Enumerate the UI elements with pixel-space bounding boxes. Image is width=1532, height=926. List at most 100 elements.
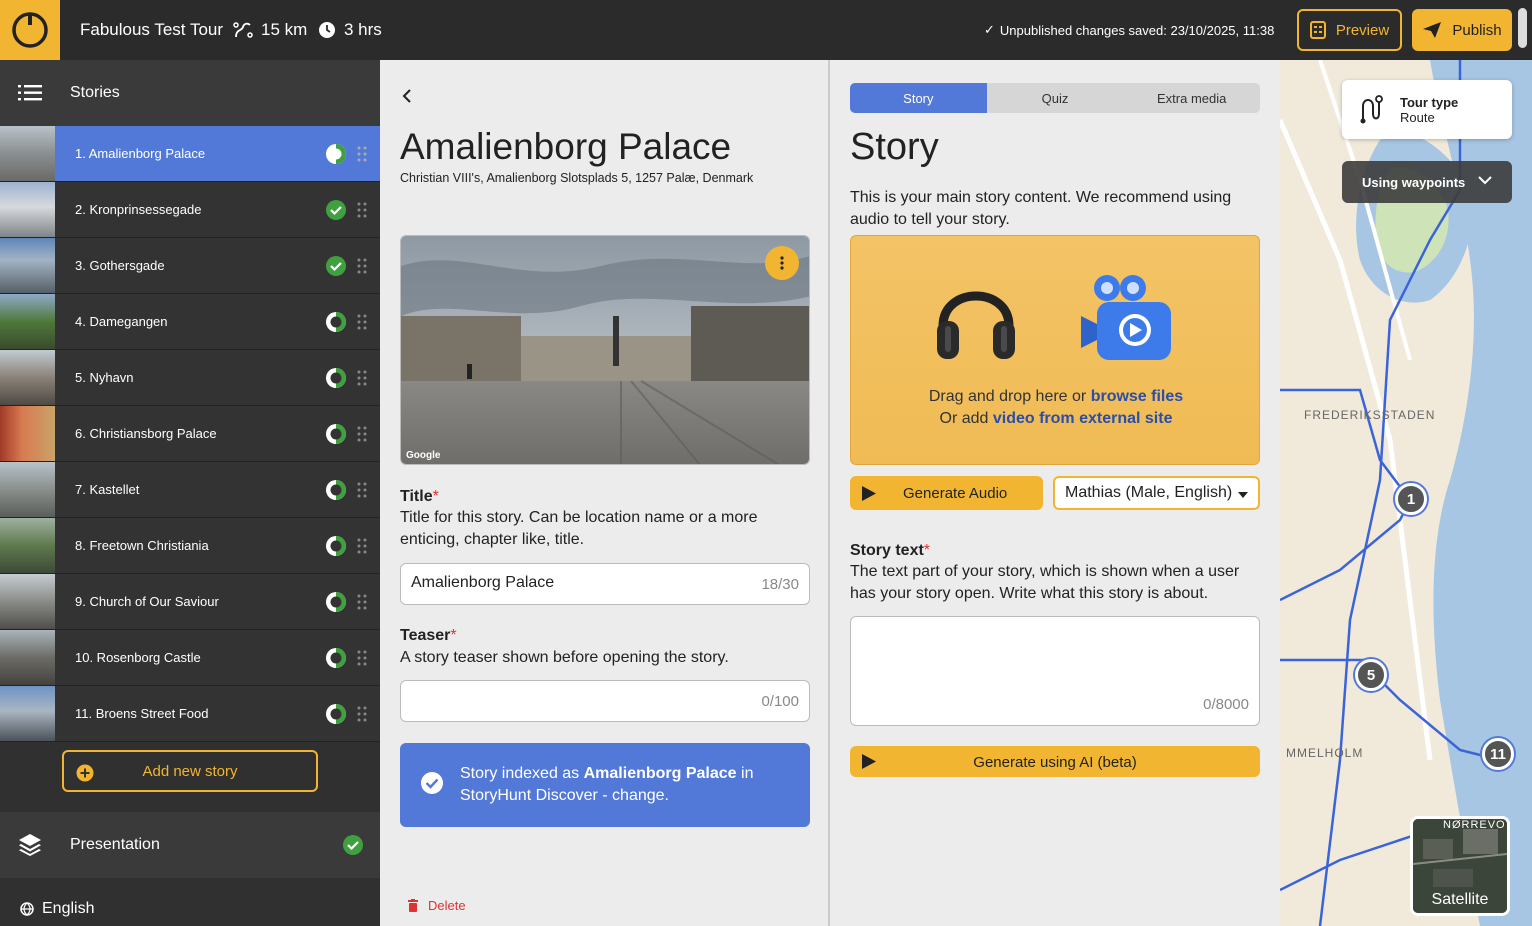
progress-icon <box>326 648 346 668</box>
story-thumbnail <box>0 630 55 685</box>
duration-info: 3 hrs <box>318 20 382 40</box>
story-text-input[interactable]: 0/8000 <box>850 616 1260 726</box>
story-item[interactable]: 4. Damegangen <box>0 294 380 350</box>
tab-extra-media[interactable]: Extra media <box>1123 83 1260 113</box>
map-marker[interactable]: 1 <box>1395 483 1427 515</box>
app-logo[interactable] <box>0 0 60 60</box>
stories-header[interactable]: Stories <box>0 60 380 126</box>
story-name: 3. Gothersgade <box>75 258 165 273</box>
delete-story-button[interactable]: Delete <box>408 898 466 913</box>
tour-type-card[interactable]: Tour type Route <box>1342 80 1512 139</box>
progress-icon <box>326 312 346 332</box>
route-icon <box>1360 95 1383 124</box>
drag-handle-icon[interactable] <box>357 650 367 666</box>
preview-button[interactable]: Preview <box>1297 9 1402 51</box>
story-thumbnail <box>0 462 55 517</box>
preview-label: Preview <box>1335 21 1390 39</box>
story-thumbnail <box>0 518 55 573</box>
window-scrollbar[interactable] <box>1518 8 1527 48</box>
presentation-label: Presentation <box>70 836 160 853</box>
drag-handle-icon[interactable] <box>357 706 367 722</box>
waypoints-dropdown[interactable]: Using waypoints <box>1342 161 1512 203</box>
satellite-toggle[interactable]: NØRREVO Satellite <box>1410 816 1510 916</box>
distance-info: 15 km <box>233 20 307 40</box>
save-status-text: Unpublished changes saved: 23/10/2025, 1… <box>999 22 1275 38</box>
tour-map[interactable]: Tour type Route Using waypoints FREDERIK… <box>1280 60 1532 926</box>
story-thumbnail <box>0 406 55 461</box>
language-selector[interactable]: English <box>20 900 94 918</box>
generate-ai-button[interactable]: Generate using AI (beta) <box>850 746 1260 777</box>
browse-files-link[interactable]: browse files <box>1091 388 1183 405</box>
voice-select-value: Mathias (Male, English) <box>1065 484 1233 501</box>
duration-value: 3 hrs <box>344 20 382 39</box>
story-item[interactable]: 11. Broens Street Food <box>0 686 380 742</box>
satellite-label: Satellite <box>1431 891 1489 908</box>
more-vertical-icon <box>780 256 784 270</box>
presentation-section[interactable]: Presentation <box>0 812 380 878</box>
place-address: Christian VIII's, Amalienborg Slotsplads… <box>400 171 754 185</box>
story-item[interactable]: 2. Kronprinsessegade <box>0 182 380 238</box>
drag-handle-icon[interactable] <box>357 146 367 162</box>
drag-handle-icon[interactable] <box>357 370 367 386</box>
add-new-story-button[interactable]: Add new story <box>62 750 318 792</box>
title-input[interactable]: Amalienborg Palace 18/30 <box>400 563 810 605</box>
media-drop-zone[interactable]: Drag and drop here or browse files Or ad… <box>850 235 1260 465</box>
title-field-label: Title* <box>400 488 439 505</box>
delete-label: Delete <box>428 898 466 913</box>
story-item[interactable]: 1. Amalienborg Palace <box>0 126 380 182</box>
external-video-link[interactable]: video from external site <box>993 410 1173 427</box>
street-view-image <box>401 236 809 464</box>
drag-handle-icon[interactable] <box>357 538 367 554</box>
play-icon <box>862 486 876 501</box>
drag-handle-icon[interactable] <box>357 482 367 498</box>
send-icon <box>1423 22 1442 38</box>
tab-quiz[interactable]: Quiz <box>987 83 1124 113</box>
tour-title[interactable]: Fabulous Test Tour <box>80 20 223 40</box>
story-name: 6. Christiansborg Palace <box>75 426 217 441</box>
story-thumbnail <box>0 294 55 349</box>
generate-audio-button[interactable]: Generate Audio <box>850 476 1043 510</box>
publish-button[interactable]: Publish <box>1412 9 1512 51</box>
map-marker[interactable]: 5 <box>1355 659 1387 691</box>
tab-story[interactable]: Story <box>850 83 987 113</box>
teaser-field-label: Teaser* <box>400 627 457 644</box>
progress-icon <box>326 536 346 556</box>
location-photo[interactable]: Google <box>400 235 810 465</box>
section-description: This is your main story content. We reco… <box>850 189 1232 228</box>
drag-handle-icon[interactable] <box>357 258 367 274</box>
waypoints-label: Using waypoints <box>1362 175 1466 190</box>
story-thumbnail <box>0 182 55 237</box>
tour-type-value: Route <box>1400 110 1435 125</box>
story-item[interactable]: 6. Christiansborg Palace <box>0 406 380 462</box>
story-item[interactable]: 5. Nyhavn <box>0 350 380 406</box>
tour-type-label: Tour type <box>1400 95 1459 110</box>
story-item[interactable]: 10. Rosenborg Castle <box>0 630 380 686</box>
discover-index-notice[interactable]: Story indexed as Amalienborg Palace in S… <box>400 743 810 827</box>
story-name: 11. Broens Street Food <box>75 706 209 721</box>
story-item[interactable]: 9. Church of Our Saviour <box>0 574 380 630</box>
story-thumbnail <box>0 126 55 181</box>
check-circle-icon <box>326 200 346 220</box>
checkmark-icon: ✓ <box>984 22 995 37</box>
story-item[interactable]: 7. Kastellet <box>0 462 380 518</box>
generate-audio-label: Generate Audio <box>903 485 1008 502</box>
back-chevron-icon[interactable] <box>400 88 414 104</box>
save-status: ✓ Unpublished changes saved: 23/10/2025,… <box>984 22 1274 38</box>
drag-handle-icon[interactable] <box>357 202 367 218</box>
video-camera-icon <box>1081 275 1171 360</box>
photo-options-button[interactable] <box>765 246 799 280</box>
story-item[interactable]: 3. Gothersgade <box>0 238 380 294</box>
story-content-panel: Story Quiz Extra media Story This is you… <box>832 60 1280 926</box>
clock-icon <box>319 22 335 38</box>
drag-handle-icon[interactable] <box>357 594 367 610</box>
drag-handle-icon[interactable] <box>357 426 367 442</box>
voice-select[interactable]: Mathias (Male, English) <box>1053 476 1260 510</box>
stories-sidebar: Stories 1. Amalienborg Palace 2. Kronpri… <box>0 60 380 926</box>
map-marker[interactable]: 11 <box>1482 738 1514 770</box>
story-list: 1. Amalienborg Palace 2. Kronprinsessega… <box>0 126 380 742</box>
story-item[interactable]: 8. Freetown Christiania <box>0 518 380 574</box>
drag-handle-icon[interactable] <box>357 314 367 330</box>
teaser-input[interactable]: 0/100 <box>400 680 810 722</box>
story-name: 4. Damegangen <box>75 314 168 329</box>
required-marker: * <box>923 542 931 559</box>
